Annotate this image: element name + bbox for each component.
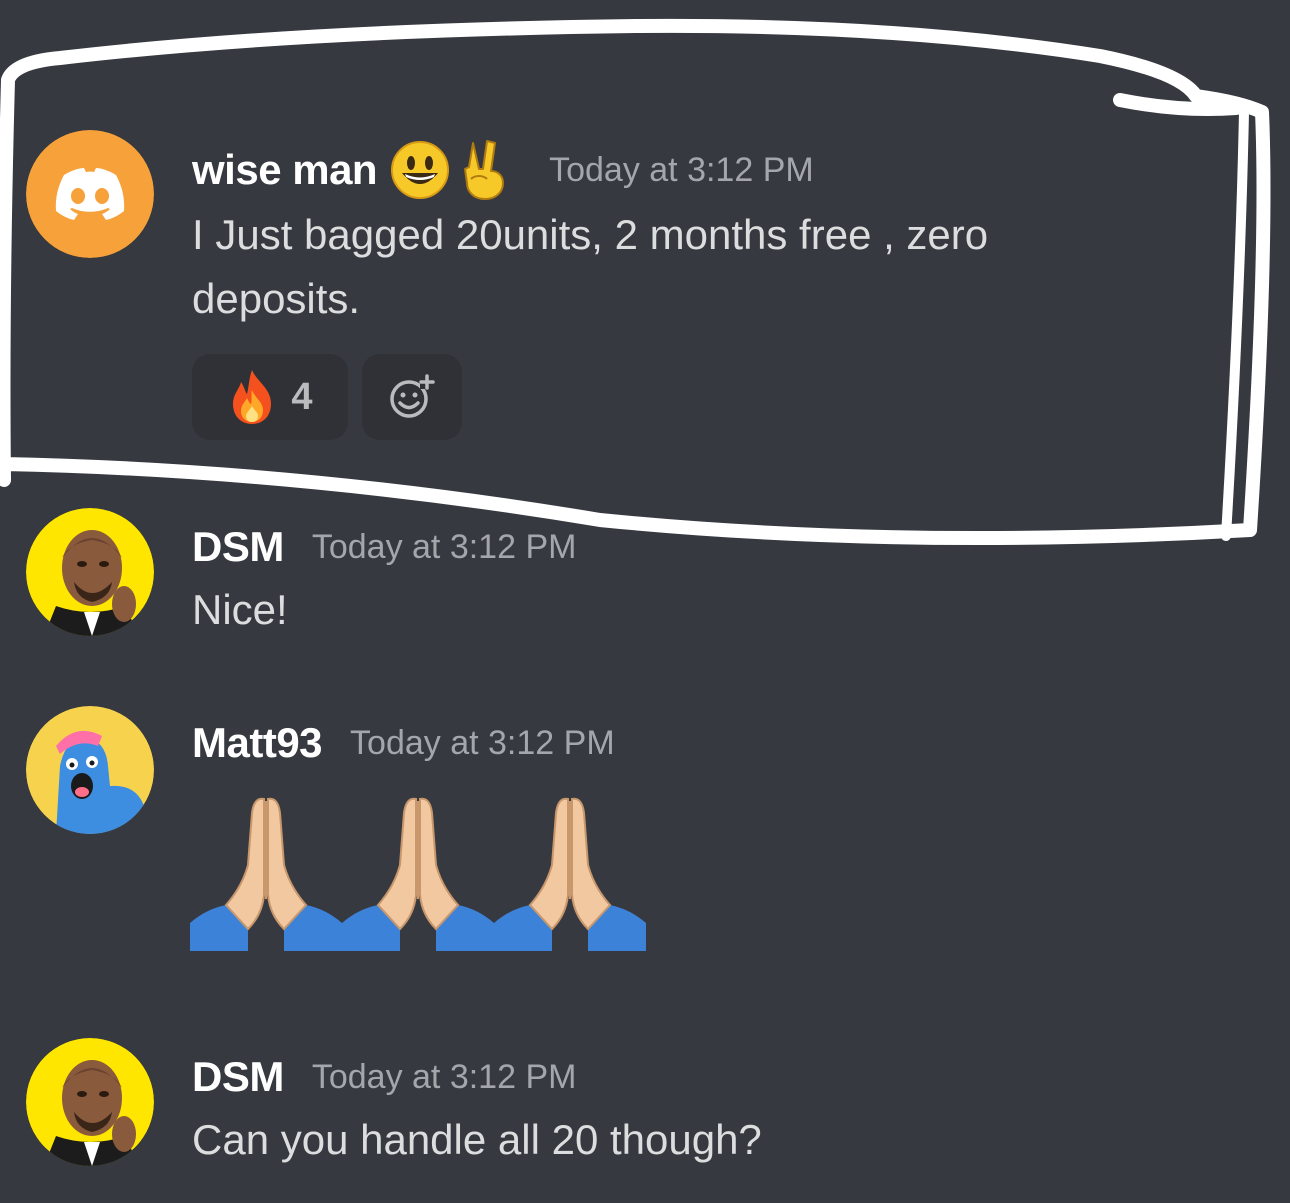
reaction-fire[interactable]: 4 <box>192 354 348 440</box>
avatar[interactable] <box>26 130 154 258</box>
message-content: Can you handle all 20 though? <box>192 1108 762 1172</box>
message-text: Nice! <box>192 586 288 633</box>
smiley-emoji-icon <box>389 139 451 201</box>
cartoon-creature-avatar-icon <box>26 706 154 834</box>
portrait-avatar-icon <box>26 508 154 636</box>
add-reaction-icon <box>390 374 435 418</box>
username[interactable]: DSM <box>192 523 284 571</box>
reaction-count: 4 <box>291 375 313 418</box>
folded-hands-icon <box>342 797 494 951</box>
username[interactable]: wise man <box>192 146 378 194</box>
timestamp: Today at 3:12 PM <box>350 723 615 762</box>
fire-icon <box>233 370 272 424</box>
avatar[interactable] <box>26 1038 154 1166</box>
message-content: I Just bagged 20units, 2 months free , z… <box>192 203 988 331</box>
avatar[interactable] <box>26 706 154 834</box>
portrait-avatar-icon <box>26 1038 154 1166</box>
username[interactable]: Matt93 <box>192 719 323 767</box>
message-text-line: deposits. <box>192 275 361 322</box>
timestamp: Today at 3:12 PM <box>549 150 814 189</box>
message-text-line: I Just bagged 20units, 2 months free , z… <box>192 211 989 258</box>
message-header: DSM Today at 3:12 PM <box>192 518 576 576</box>
message-header: Matt93 Today at 3:12 PM <box>192 714 615 772</box>
message-wise-man[interactable]: wise man Today at 3:12 PM I Just bagged … <box>0 0 1290 480</box>
reactions-bar: 4 <box>192 354 462 440</box>
folded-hands-emoji-row <box>190 795 646 951</box>
timestamp: Today at 3:12 PM <box>311 1057 577 1096</box>
folded-hands-icon <box>190 797 342 951</box>
avatar[interactable] <box>26 508 154 636</box>
username[interactable]: DSM <box>192 1053 284 1101</box>
message-content: Nice! <box>192 578 288 642</box>
victory-hand-icon <box>457 139 511 201</box>
message-header: wise man Today at 3:12 PM <box>192 138 814 202</box>
add-reaction-button[interactable] <box>362 354 462 440</box>
message-text: Can you handle all 20 though? <box>192 1116 762 1163</box>
message-dsm[interactable]: DSM Today at 3:12 PM Nice! <box>0 480 1290 680</box>
folded-hands-icon <box>494 797 646 951</box>
message-dsm[interactable]: DSM Today at 3:12 PM Can you handle all … <box>0 1010 1290 1203</box>
message-header: DSM Today at 3:12 PM <box>192 1048 576 1106</box>
timestamp: Today at 3:12 PM <box>311 527 577 566</box>
discord-logo-icon <box>26 130 154 258</box>
